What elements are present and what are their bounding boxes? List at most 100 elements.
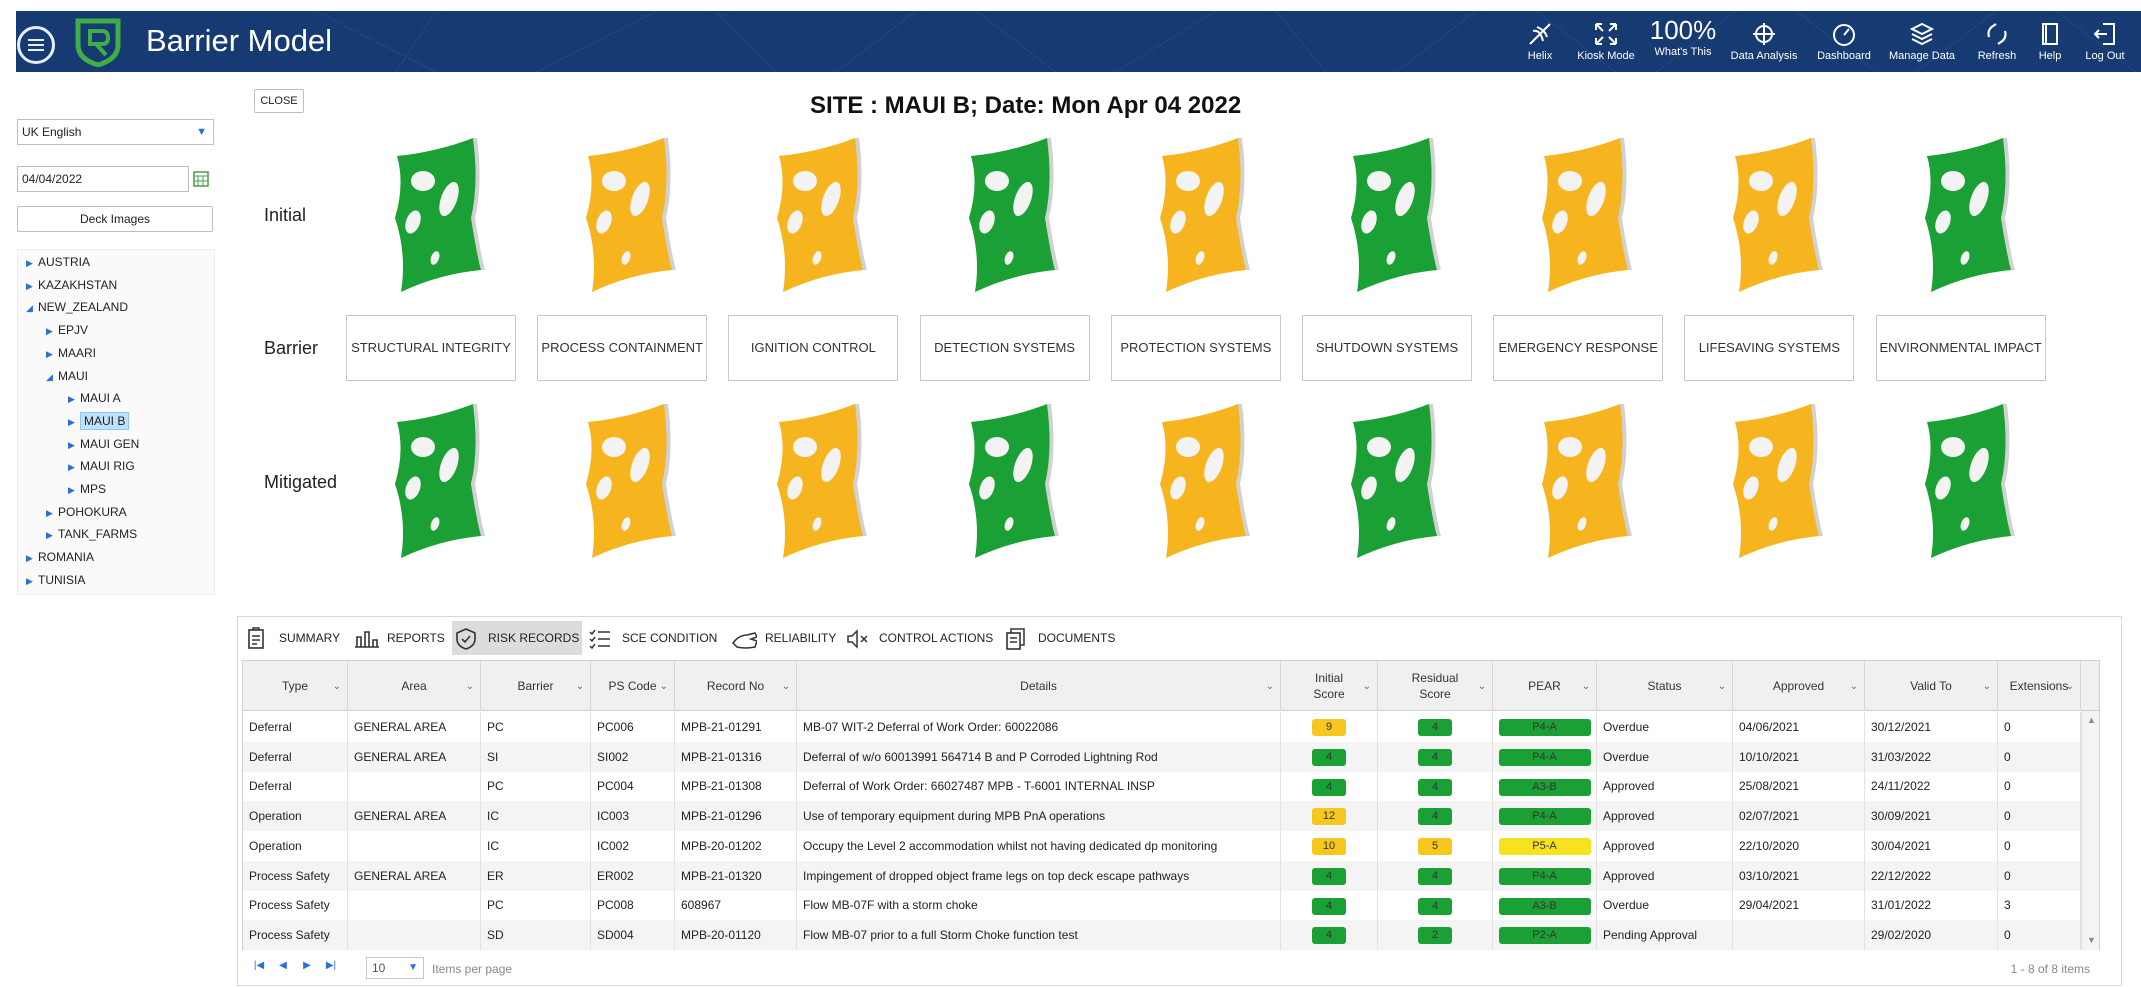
mitigated-barrier-slice[interactable] [377,400,487,560]
column-header-details[interactable]: Details ⌄ [797,661,1281,711]
scroll-down-icon[interactable]: ▼ [2087,935,2096,945]
table-row[interactable]: Operation IC IC002 MPB-20-01202 Occupy the L… [243,830,2099,861]
column-filter-chevron-icon[interactable]: ⌄ [466,681,474,692]
tab-control-actions[interactable]: CONTROL ACTIONS [843,621,998,655]
table-row[interactable]: Deferral GENERAL AREA PC PC006 MPB-21-01291 M… [243,712,2099,742]
tab-reliability[interactable]: RELIABILITY [729,621,839,655]
tree-node-maui-gen[interactable]: ▶ MAUI GEN [68,437,139,451]
column-filter-chevron-icon[interactable]: ⌄ [660,681,668,692]
caret-right-icon[interactable]: ▶ [68,440,80,451]
tree-node-new-zealand[interactable]: ◢ NEW_ZEALAND [26,300,128,314]
whats-this-button[interactable]: 100% What's This [1648,15,1718,71]
caret-right-icon[interactable]: ▶ [46,530,58,541]
scroll-up-icon[interactable]: ▲ [2087,715,2096,725]
tree-node-maui-b[interactable]: ▶ MAUI B [68,411,130,430]
caret-right-icon[interactable]: ▶ [46,508,58,519]
table-row[interactable]: Deferral GENERAL AREA SI SI002 MPB-21-01316 D… [243,741,2099,772]
table-row[interactable]: Operation GENERAL AREA IC IC003 MPB-21-01296… [243,801,2099,832]
caret-right-icon[interactable]: ▶ [26,281,38,292]
caret-down-icon[interactable]: ◢ [26,303,38,314]
table-row[interactable]: Process Safety GENERAL AREA ER ER002 MPB-21-… [243,860,2099,891]
column-filter-chevron-icon[interactable]: ⌄ [1266,681,1274,692]
column-header-area[interactable]: Area ⌄ [348,661,481,711]
barrier-button-structural-integrity[interactable]: STRUCTURAL INTEGRITY [346,315,516,381]
column-filter-chevron-icon[interactable]: ⌄ [1850,681,1858,692]
table-row[interactable]: Deferral PC PC004 MPB-21-01308 Deferral of W… [243,771,2099,802]
column-header-barrier[interactable]: Barrier ⌄ [481,661,591,711]
column-header-type[interactable]: Type ⌄ [243,661,348,711]
mitigated-barrier-slice[interactable] [1715,400,1825,560]
tree-node-tunisia[interactable]: ▶ TUNISIA [26,573,85,587]
tree-node-maari[interactable]: ▶ MAARI [46,346,96,360]
column-header-initial-score[interactable]: Initial Score ⌄ [1281,661,1378,711]
mitigated-barrier-slice[interactable] [1524,400,1634,560]
menu-toggle-button[interactable] [17,26,55,64]
initial-barrier-slice[interactable] [1142,134,1252,294]
tab-risk-records[interactable]: RISK RECORDS [452,621,582,655]
deck-images-button[interactable]: Deck Images [17,206,213,232]
column-header-residual-score[interactable]: Residual Score ⌄ [1378,661,1493,711]
column-filter-chevron-icon[interactable]: ⌄ [333,681,341,692]
caret-right-icon[interactable]: ▶ [46,326,58,337]
help-button[interactable]: Help [2030,15,2070,71]
calendar-icon[interactable] [193,170,209,187]
mitigated-barrier-slice[interactable] [759,400,869,560]
column-header-approved[interactable]: Approved ⌄ [1733,661,1865,711]
tree-node-romania[interactable]: ▶ ROMANIA [26,550,94,564]
caret-right-icon[interactable]: ▶ [26,553,38,564]
barrier-button-protection-systems[interactable]: PROTECTION SYSTEMS [1110,315,1281,381]
tree-node-pohokura[interactable]: ▶ POHOKURA [46,505,127,519]
tree-node-tank-farms[interactable]: ▶ TANK_FARMS [46,527,137,541]
tree-node-austria[interactable]: ▶ AUSTRIA [26,255,90,269]
column-header-extensions[interactable]: Extensions ⌄ [1998,661,2081,711]
tab-sce-condition[interactable]: SCE CONDITION [586,621,724,655]
dashboard-button[interactable]: Dashboard [1812,15,1876,71]
column-filter-chevron-icon[interactable]: ⌄ [782,681,790,692]
initial-barrier-slice[interactable] [1524,134,1634,294]
initial-barrier-slice[interactable] [377,134,487,294]
column-header-ps-code[interactable]: PS Code ⌄ [591,661,675,711]
log-out-button[interactable]: Log Out [2080,15,2130,71]
first-page-icon[interactable]: |◀ [248,960,270,971]
barrier-button-ignition-control[interactable]: IGNITION CONTROL [728,315,899,381]
caret-right-icon[interactable]: ▶ [68,485,80,496]
tree-node-mps[interactable]: ▶ MPS [68,482,106,496]
next-page-icon[interactable]: ▶ [296,960,318,971]
column-filter-chevron-icon[interactable]: ⌄ [1582,681,1590,692]
barrier-button-process-containment[interactable]: PROCESS CONTAINMENT [537,315,708,381]
tree-node-maui-rig[interactable]: ▶ MAUI RIG [68,459,135,473]
prev-page-icon[interactable]: ◀ [272,960,294,971]
mitigated-barrier-slice[interactable] [568,400,678,560]
column-filter-chevron-icon[interactable]: ⌄ [576,681,584,692]
kiosk-mode-button[interactable]: Kiosk Mode [1571,15,1641,71]
column-header-record-no[interactable]: Record No ⌄ [675,661,797,711]
barrier-button-lifesaving-systems[interactable]: LIFESAVING SYSTEMS [1684,315,1855,381]
column-header-valid-to[interactable]: Valid To ⌄ [1865,661,1998,711]
table-row[interactable]: Process Safety SD SD004 MPB-20-01120 Flow MB… [243,919,2099,950]
caret-right-icon[interactable]: ▶ [68,462,80,473]
column-filter-chevron-icon[interactable]: ⌄ [1363,681,1371,692]
initial-barrier-slice[interactable] [568,134,678,294]
tree-node-maui[interactable]: ◢ MAUI [46,369,88,383]
initial-barrier-slice[interactable] [1907,134,2017,294]
mitigated-barrier-slice[interactable] [1333,400,1443,560]
language-select[interactable]: UK English ▼ [17,119,214,145]
last-page-icon[interactable]: ▶| [320,960,342,971]
caret-right-icon[interactable]: ▶ [26,258,38,269]
tab-reports[interactable]: REPORTS [351,621,447,655]
column-header-status[interactable]: Status ⌄ [1597,661,1733,711]
close-button[interactable]: CLOSE [254,89,304,113]
caret-right-icon[interactable]: ▶ [68,394,80,405]
barrier-button-detection-systems[interactable]: DETECTION SYSTEMS [919,315,1090,381]
tab-summary[interactable]: SUMMARY [243,621,343,655]
column-filter-chevron-icon[interactable]: ⌄ [1983,681,1991,692]
barrier-button-environmental-impact[interactable]: ENVIRONMENTAL IMPACT [1875,315,2046,381]
column-filter-chevron-icon[interactable]: ⌄ [1718,681,1726,692]
barrier-button-shutdown-systems[interactable]: SHUTDOWN SYSTEMS [1302,315,1472,381]
grid-scrollbar[interactable]: ▲ ▼ [2081,711,2099,949]
initial-barrier-slice[interactable] [759,134,869,294]
data-analysis-button[interactable]: Data Analysis [1728,15,1800,71]
table-row[interactable]: Process Safety PC PC008 608967 Flow MB-07F w… [243,890,2099,921]
caret-right-icon[interactable]: ▶ [68,417,80,428]
page-size-select[interactable]: 10 ▼ [366,957,424,979]
